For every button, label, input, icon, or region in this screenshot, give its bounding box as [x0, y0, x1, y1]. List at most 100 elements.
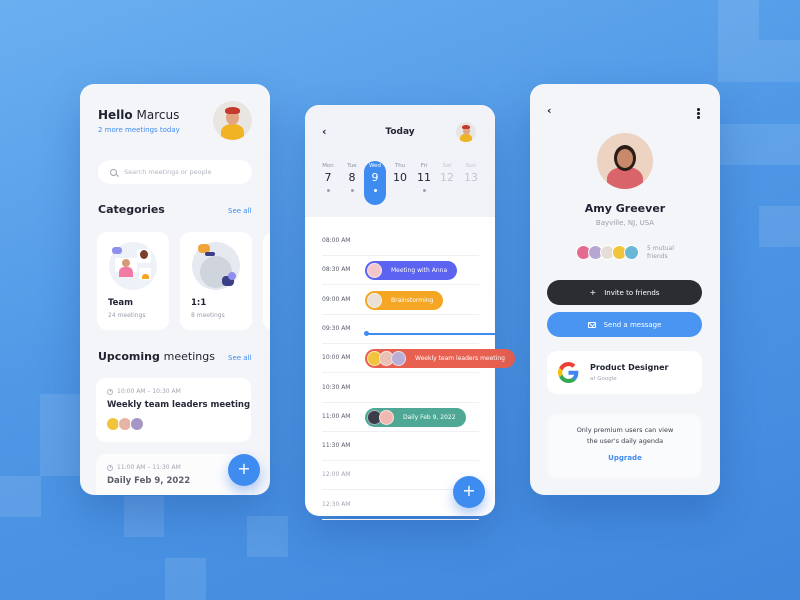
search-placeholder: Search meetings or people	[124, 168, 212, 176]
event-attendee-avatar	[379, 409, 394, 425]
event-attendee-avatar	[367, 292, 382, 308]
time-label: 12:30 AM	[322, 500, 351, 508]
time-label: 09:30 AM	[322, 324, 351, 332]
day-name: Mon	[322, 163, 334, 169]
event-attendee-avatar	[367, 263, 382, 279]
bg-square	[718, 0, 759, 82]
globe-illustration	[192, 242, 240, 290]
day-fri[interactable]: Fri 11	[413, 163, 435, 192]
categories-title: Categories	[98, 203, 165, 216]
add-event-button[interactable]: +	[453, 476, 485, 508]
calendar-screen: ‹ Today Mon 7 Tue 8 Wed 9 Thu 10 Fri 11 Sat 12 Sun 13…	[305, 105, 515, 520]
job-card: Product Designer at Google	[547, 351, 702, 394]
premium-notice: Only premium users can view the user's d…	[576, 426, 674, 445]
day-name: Thu	[394, 163, 406, 169]
day-name: Wed	[369, 163, 381, 169]
bg-square	[759, 40, 800, 82]
day-sun[interactable]: Sun 13	[460, 163, 482, 192]
day-wed[interactable]: Wed 9	[364, 161, 386, 205]
envelope-icon	[587, 321, 596, 328]
day-name: Sun	[465, 163, 477, 169]
more-options-icon[interactable]	[697, 108, 700, 119]
meeting-title: Daily Feb 9, 2022	[107, 476, 191, 486]
user-avatar[interactable]	[213, 101, 252, 140]
home-screen: Hello Marcus 2 more meetings today Searc…	[80, 84, 270, 495]
bg-square	[124, 496, 164, 537]
time-label: 08:30 AM	[322, 266, 351, 274]
time-label: 09:00 AM	[322, 295, 351, 303]
meeting-time: 10:00 AM – 10:30 AM	[107, 388, 181, 395]
bg-square	[40, 394, 81, 435]
time-label: 11:30 AM	[322, 442, 351, 450]
event-indicator-dot	[373, 189, 377, 192]
clock-icon	[107, 464, 113, 471]
category-count: 8 meetings	[191, 312, 225, 319]
day-sat[interactable]: Sat 12	[436, 163, 458, 192]
invite-to-friends-button[interactable]: + Invite to friends	[547, 280, 702, 305]
time-slot[interactable]: 09:30 AM	[322, 315, 479, 344]
time-slot[interactable]: 11:30 AM	[322, 432, 479, 462]
event-attendee-avatar	[391, 351, 406, 367]
upcoming-see-all[interactable]: See all	[228, 354, 251, 362]
greeting: Hello Marcus	[98, 108, 180, 122]
day-tue[interactable]: Tue 8	[341, 163, 363, 192]
bg-square	[0, 476, 41, 517]
event-pill[interactable]: Brainstorming	[365, 290, 444, 310]
profile-screen: ‹ Amy Greever Bayville, NJ, USA 5 mutual…	[530, 84, 720, 495]
upcoming-title: Upcoming meetings	[98, 350, 215, 363]
bg-square	[40, 435, 81, 476]
category-card-partial[interactable]	[263, 232, 270, 330]
send-message-button[interactable]: Send a message	[547, 312, 702, 337]
time-label: 12:00 AM	[322, 471, 351, 479]
event-pill[interactable]: Weekly team leaders meeting	[365, 349, 515, 369]
day-date: 13	[464, 171, 478, 184]
upgrade-link[interactable]: Upgrade	[530, 454, 720, 462]
time-slot[interactable]: 10:30 AM	[322, 374, 479, 403]
time-label: 08:00 AM	[322, 237, 351, 244]
plus-icon: +	[589, 288, 597, 297]
meeting-card[interactable]: 10:00 AM – 10:30 AM Weekly team leaders …	[96, 378, 251, 442]
event-indicator-dot	[326, 189, 330, 192]
event-label: Weekly team leaders meeting	[415, 355, 505, 363]
current-time-line	[366, 333, 495, 335]
meeting-time: 11:00 AM – 11:30 AM	[107, 464, 181, 471]
profile-location: Bayville, NJ, USA	[595, 219, 655, 227]
profile-name: Amy Greever	[584, 202, 666, 215]
mutual-friends-count: 5 mutual friends	[647, 245, 674, 260]
time-slot[interactable]: 08:00 AM	[322, 227, 479, 256]
search-icon	[110, 168, 117, 176]
time-label: 10:30 AM	[322, 383, 351, 391]
team-illustration	[109, 242, 157, 290]
back-button[interactable]: ‹	[547, 104, 552, 117]
categories-see-all[interactable]: See all	[228, 207, 251, 215]
meeting-title: Weekly team leaders meeting	[107, 400, 251, 410]
time-label: 11:00 AM	[322, 412, 351, 420]
bg-square	[247, 516, 288, 557]
user-avatar[interactable]	[456, 122, 476, 142]
search-input[interactable]: Search meetings or people	[98, 160, 252, 184]
day-name: Fri	[420, 163, 428, 169]
day-mon[interactable]: Mon 7	[317, 163, 339, 192]
meetings-today-link[interactable]: 2 more meetings today	[98, 126, 180, 134]
event-indicator-dot	[422, 189, 426, 192]
category-name: 1:1	[191, 298, 207, 308]
day-date: 8	[348, 171, 356, 184]
day-thu[interactable]: Thu 10	[389, 163, 411, 192]
time-label: 10:00 AM	[322, 354, 351, 362]
job-company: at Google	[590, 376, 617, 382]
friend-avatar	[624, 245, 639, 260]
category-count: 24 meetings	[108, 312, 146, 319]
event-pill[interactable]: Daily Feb 9, 2022	[365, 407, 466, 427]
mutual-friends-avatars[interactable]	[576, 245, 639, 260]
category-card-team[interactable]: Team 24 meetings	[97, 232, 169, 330]
category-card-one-on-one[interactable]: 1:1 8 meetings	[180, 232, 252, 330]
day-name: Sat	[442, 163, 452, 169]
attendee-avatar	[130, 417, 144, 431]
event-indicator-dot	[350, 189, 354, 192]
day-date: 9	[371, 171, 379, 184]
add-meeting-button[interactable]: +	[228, 454, 260, 486]
category-name: Team	[108, 298, 134, 308]
bg-square	[759, 206, 800, 247]
event-pill[interactable]: Meeting with Anna	[365, 261, 458, 281]
bg-square	[165, 558, 206, 600]
